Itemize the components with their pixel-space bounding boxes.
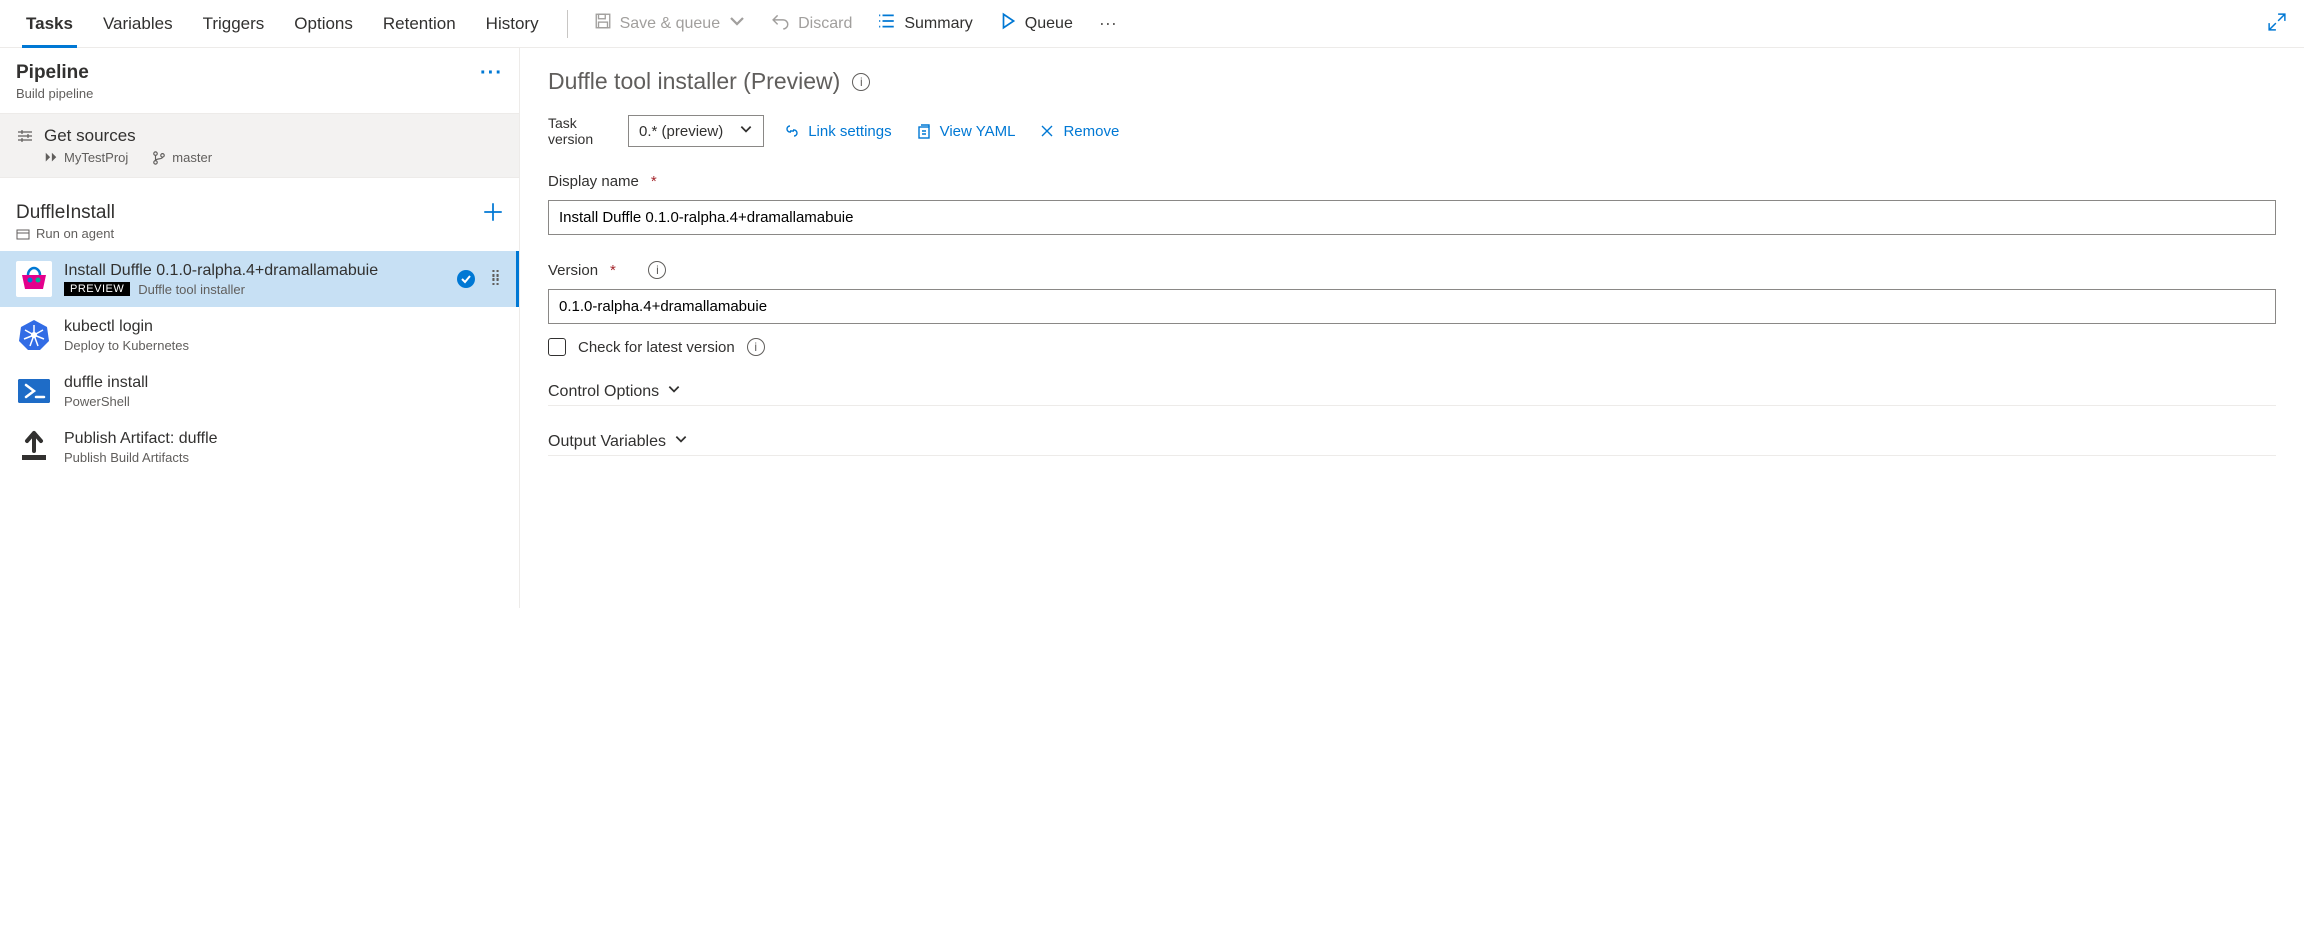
- task-title: Publish Artifact: duffle: [64, 430, 503, 448]
- task-row[interactable]: Publish Artifact: duffle Publish Build Ar…: [0, 419, 519, 475]
- display-name-label: Display name: [548, 173, 639, 190]
- version-label: Version: [548, 262, 598, 279]
- top-tabs-toolbar: Tasks Variables Triggers Options Retenti…: [0, 0, 2304, 48]
- chevron-down-icon: [674, 432, 688, 451]
- task-row[interactable]: duffle install PowerShell: [0, 363, 519, 419]
- drag-handle-icon[interactable]: ⠿⠿: [487, 274, 503, 284]
- more-button[interactable]: ···: [1087, 13, 1129, 34]
- toolbar-divider: [567, 10, 568, 38]
- task-subtitle: Deploy to Kubernetes: [64, 338, 189, 353]
- control-options-section[interactable]: Control Options: [548, 382, 2276, 406]
- tab-triggers[interactable]: Triggers: [189, 0, 279, 48]
- check-latest-label: Check for latest version: [578, 339, 735, 356]
- add-task-button[interactable]: [483, 202, 503, 225]
- tab-options[interactable]: Options: [280, 0, 367, 48]
- task-row[interactable]: Install Duffle 0.1.0-ralpha.4+dramallama…: [0, 251, 519, 307]
- task-version-label: Task version: [548, 115, 593, 147]
- version-input[interactable]: [548, 289, 2276, 324]
- get-sources-title: Get sources: [44, 126, 212, 146]
- link-settings-button[interactable]: Link settings: [784, 123, 891, 140]
- pipeline-title[interactable]: Pipeline: [16, 62, 93, 84]
- chevron-down-icon: [728, 12, 746, 35]
- task-subtitle: Publish Build Artifacts: [64, 450, 189, 465]
- pipeline-tree: Pipeline Build pipeline ··· Get sources …: [0, 48, 520, 608]
- queue-button[interactable]: Queue: [987, 0, 1085, 48]
- preview-badge: PREVIEW: [64, 282, 130, 296]
- chevron-down-icon: [667, 382, 681, 401]
- tab-retention[interactable]: Retention: [369, 0, 470, 48]
- tab-tasks[interactable]: Tasks: [12, 0, 87, 48]
- chevron-down-icon: [739, 122, 753, 140]
- task-version-select[interactable]: 0.* (preview): [628, 115, 764, 147]
- info-icon[interactable]: i: [747, 338, 765, 356]
- expand-icon[interactable]: [2262, 13, 2292, 34]
- ps-icon: [16, 373, 52, 409]
- save-queue-button[interactable]: Save & queue: [582, 0, 759, 48]
- remove-button[interactable]: Remove: [1039, 123, 1119, 140]
- artifact-icon: [16, 429, 52, 465]
- get-sources-row[interactable]: Get sources MyTestProj master: [0, 113, 519, 178]
- pipeline-subtitle: Build pipeline: [16, 86, 93, 101]
- job-sub: Run on agent: [36, 226, 114, 241]
- info-icon[interactable]: i: [852, 73, 870, 91]
- info-icon[interactable]: i: [648, 261, 666, 279]
- k8s-icon: [16, 317, 52, 353]
- queue-label: Queue: [1025, 15, 1073, 33]
- tab-variables[interactable]: Variables: [89, 0, 187, 48]
- undo-icon: [772, 12, 790, 35]
- check-icon: [457, 270, 475, 288]
- save-queue-label: Save & queue: [620, 15, 721, 33]
- discard-label: Discard: [798, 15, 852, 33]
- task-title: Install Duffle 0.1.0-ralpha.4+dramallama…: [64, 262, 445, 280]
- sources-icon: [16, 126, 34, 143]
- summary-label: Summary: [904, 15, 972, 33]
- repo-name: MyTestProj: [44, 150, 128, 165]
- tab-history[interactable]: History: [472, 0, 553, 48]
- duffle-icon: [16, 261, 52, 297]
- job-name: DuffleInstall: [16, 202, 115, 224]
- output-variables-section[interactable]: Output Variables: [548, 432, 2276, 456]
- view-yaml-button[interactable]: View YAML: [916, 123, 1016, 140]
- summary-button[interactable]: Summary: [866, 0, 984, 48]
- save-icon: [594, 12, 612, 35]
- branch-name: master: [152, 150, 212, 165]
- display-name-input[interactable]: [548, 200, 2276, 235]
- task-title: kubectl login: [64, 318, 503, 336]
- task-row[interactable]: kubectl login Deploy to Kubernetes: [0, 307, 519, 363]
- check-latest-checkbox[interactable]: [548, 338, 566, 356]
- list-icon: [878, 12, 896, 35]
- task-version-value: 0.* (preview): [639, 123, 723, 140]
- task-title: duffle install: [64, 374, 503, 392]
- task-detail-panel: Duffle tool installer (Preview) i Task v…: [520, 48, 2304, 608]
- play-icon: [999, 12, 1017, 35]
- task-subtitle: PowerShell: [64, 394, 130, 409]
- task-subtitle: Duffle tool installer: [138, 282, 245, 297]
- job-header[interactable]: DuffleInstall Run on agent: [0, 178, 519, 251]
- discard-button[interactable]: Discard: [760, 0, 864, 48]
- panel-title: Duffle tool installer (Preview): [548, 68, 840, 95]
- pipeline-more-icon[interactable]: ···: [480, 62, 503, 85]
